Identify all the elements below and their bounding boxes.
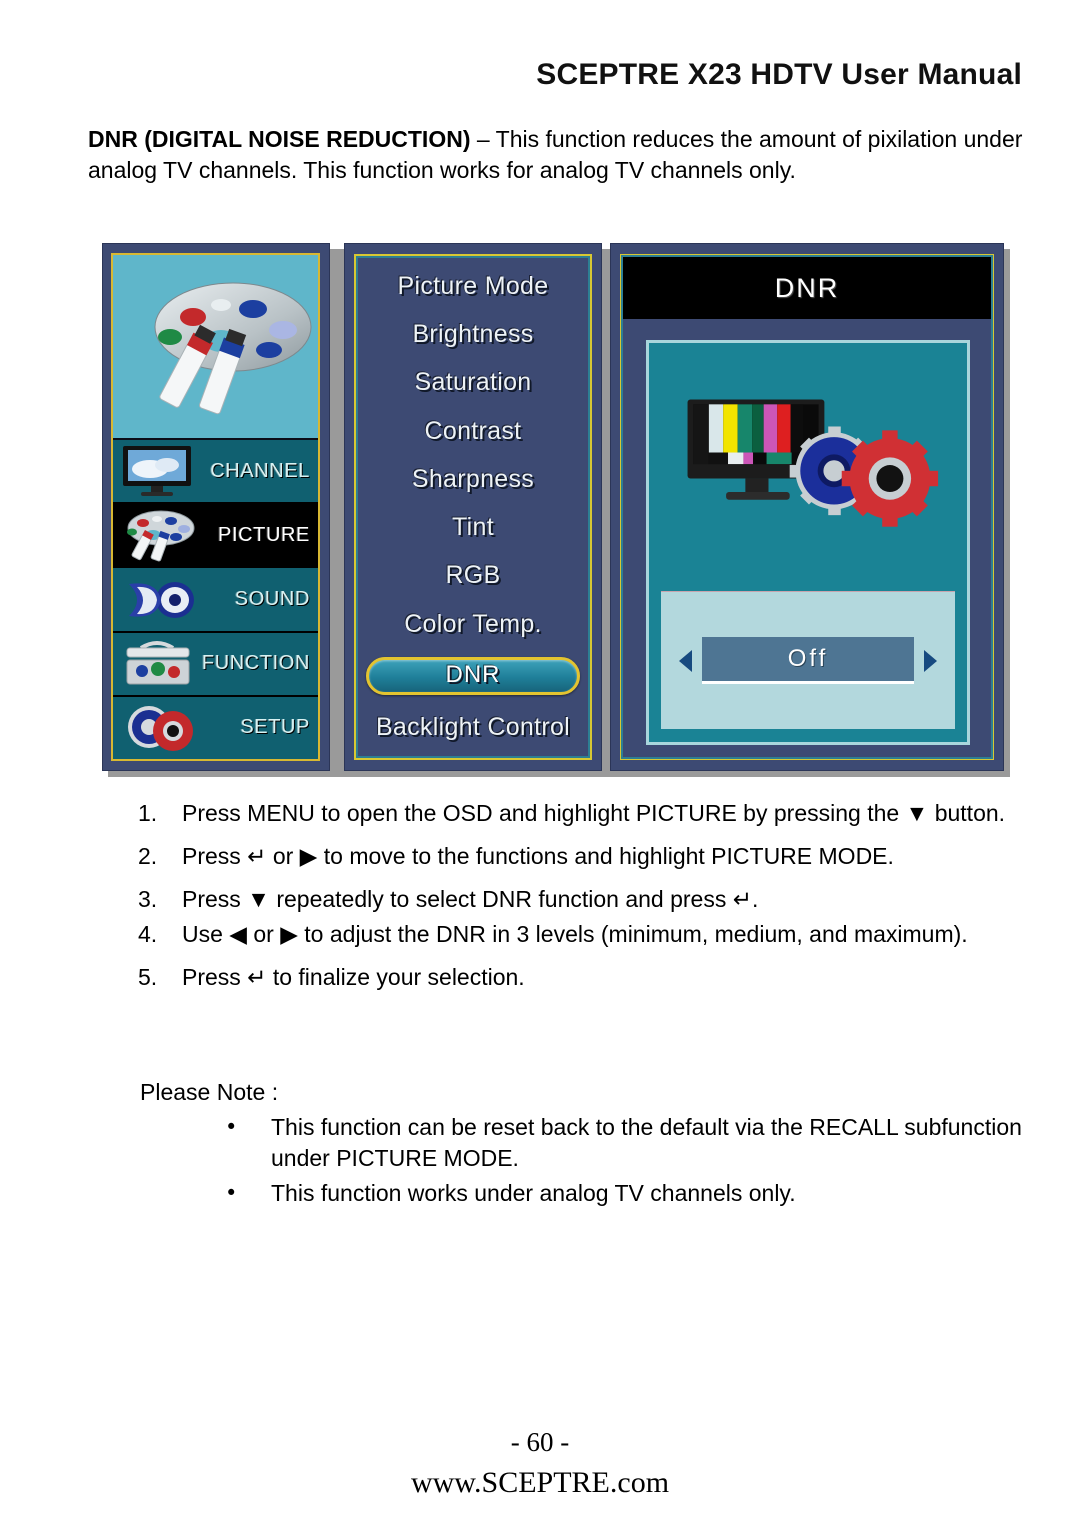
gears-icon xyxy=(128,705,193,751)
osd-value-panel: DNR Off xyxy=(610,243,1004,771)
dnr-illustration xyxy=(649,391,967,541)
sidebar-item-label: CHANNEL xyxy=(210,459,310,482)
tv-screen-icon xyxy=(123,446,191,497)
value-panel-title: DNR xyxy=(623,257,991,319)
osd-category-list: CHANNEL PICTURE SOUND FUNCTION SETUP xyxy=(111,253,320,761)
step-number: 5. xyxy=(138,964,158,990)
value-selector-tray: Off xyxy=(661,591,955,729)
step-number: 3. xyxy=(138,886,158,912)
osd-category-hero-picture xyxy=(113,255,318,440)
footer-url: www.SCEPTRE.com xyxy=(410,1466,670,1499)
function-item-contrast[interactable]: Contrast xyxy=(356,416,590,447)
note-text: This function can be reset back to the d… xyxy=(271,1114,1022,1171)
monitor-and-gears-icon xyxy=(687,399,939,527)
step-text: Press ↵ or ▶ to move to the functions an… xyxy=(182,843,894,869)
palette-icon xyxy=(154,282,312,415)
osd-function-list: Picture Mode Brightness Saturation Contr… xyxy=(354,254,592,760)
osd-category-sidebar: CHANNEL PICTURE SOUND FUNCTION SETUP xyxy=(102,243,330,771)
note-list: • This function can be reset back to the… xyxy=(225,1112,1025,1213)
function-item-brightness[interactable]: Brightness xyxy=(356,319,590,350)
note-item: • This function works under analog TV ch… xyxy=(225,1178,1025,1209)
note-text: This function works under analog TV chan… xyxy=(271,1180,796,1206)
value-display[interactable]: Off xyxy=(702,637,914,684)
toolbox-icon xyxy=(126,640,190,685)
osd-screenshot: CHANNEL PICTURE SOUND FUNCTION SETUP Pic… xyxy=(102,243,1010,777)
intro-paragraph: DNR (DIGITAL NOISE REDUCTION) – This fun… xyxy=(88,124,1028,186)
sidebar-item-sound[interactable]: SOUND xyxy=(113,568,318,633)
step-number: 1. xyxy=(138,800,158,826)
step-text: Press ↵ to finalize your selection. xyxy=(182,964,525,990)
right-arrow-icon[interactable] xyxy=(924,649,937,672)
page-number: - 60 - xyxy=(510,1427,570,1457)
instruction-steps: 1. Press MENU to open the OSD and highli… xyxy=(138,798,1018,1005)
palette-icon xyxy=(127,510,195,562)
note-heading: Please Note : xyxy=(140,1079,279,1105)
step-item: 1. Press MENU to open the OSD and highli… xyxy=(138,798,1018,829)
step-text: Use ◀ or ▶ to adjust the DNR in 3 levels… xyxy=(182,921,968,947)
step-text: Press MENU to open the OSD and highlight… xyxy=(182,800,1006,826)
bullet-icon: • xyxy=(225,1115,238,1139)
step-number: 2. xyxy=(138,843,158,869)
step-text: Press ▼ repeatedly to select DNR functio… xyxy=(182,886,759,912)
step-item: 5. Press ↵ to finalize your selection. xyxy=(138,962,1018,993)
function-item-tint[interactable]: Tint xyxy=(356,512,590,543)
note-item: • This function can be reset back to the… xyxy=(225,1112,1025,1174)
sidebar-item-setup[interactable]: SETUP xyxy=(113,696,318,760)
function-item-dnr-selected[interactable]: DNR xyxy=(366,657,580,696)
function-item-sharpness[interactable]: Sharpness xyxy=(356,464,590,495)
sidebar-item-channel[interactable]: CHANNEL xyxy=(113,440,318,505)
value-selector: Off xyxy=(679,637,937,684)
sidebar-item-label: PICTURE xyxy=(218,523,310,546)
sidebar-item-label: FUNCTION xyxy=(201,652,310,675)
step-item: 4. Use ◀ or ▶ to adjust the DNR in 3 lev… xyxy=(138,919,1018,950)
bullet-icon: • xyxy=(225,1181,238,1205)
sidebar-item-label: SOUND xyxy=(234,588,310,610)
osd-function-panel: Picture Mode Brightness Saturation Contr… xyxy=(344,243,602,771)
step-item: 2. Press ↵ or ▶ to move to the functions… xyxy=(138,841,1018,872)
function-item-color-temp[interactable]: Color Temp. xyxy=(356,609,590,640)
function-item-backlight-control[interactable]: Backlight Control xyxy=(356,712,590,743)
function-item-rgb[interactable]: RGB xyxy=(356,560,590,591)
osd-value-panel-inner: DNR Off xyxy=(620,254,994,760)
sidebar-item-label: SETUP xyxy=(240,716,310,739)
function-item-saturation[interactable]: Saturation xyxy=(356,367,590,398)
sidebar-item-function[interactable]: FUNCTION xyxy=(113,632,318,697)
sidebar-item-picture[interactable]: PICTURE xyxy=(113,504,318,569)
value-panel-stage: Off xyxy=(646,340,970,745)
speaker-icon xyxy=(129,581,194,618)
page-header-title: SCEPTRE X23 HDTV User Manual xyxy=(536,58,1022,91)
intro-lead: DNR (DIGITAL NOISE REDUCTION) xyxy=(88,126,471,152)
function-item-picture-mode[interactable]: Picture Mode xyxy=(356,271,590,302)
step-number: 4. xyxy=(138,921,158,947)
left-arrow-icon[interactable] xyxy=(679,649,692,672)
step-item: 3. Press ▼ repeatedly to select DNR func… xyxy=(138,884,1018,915)
